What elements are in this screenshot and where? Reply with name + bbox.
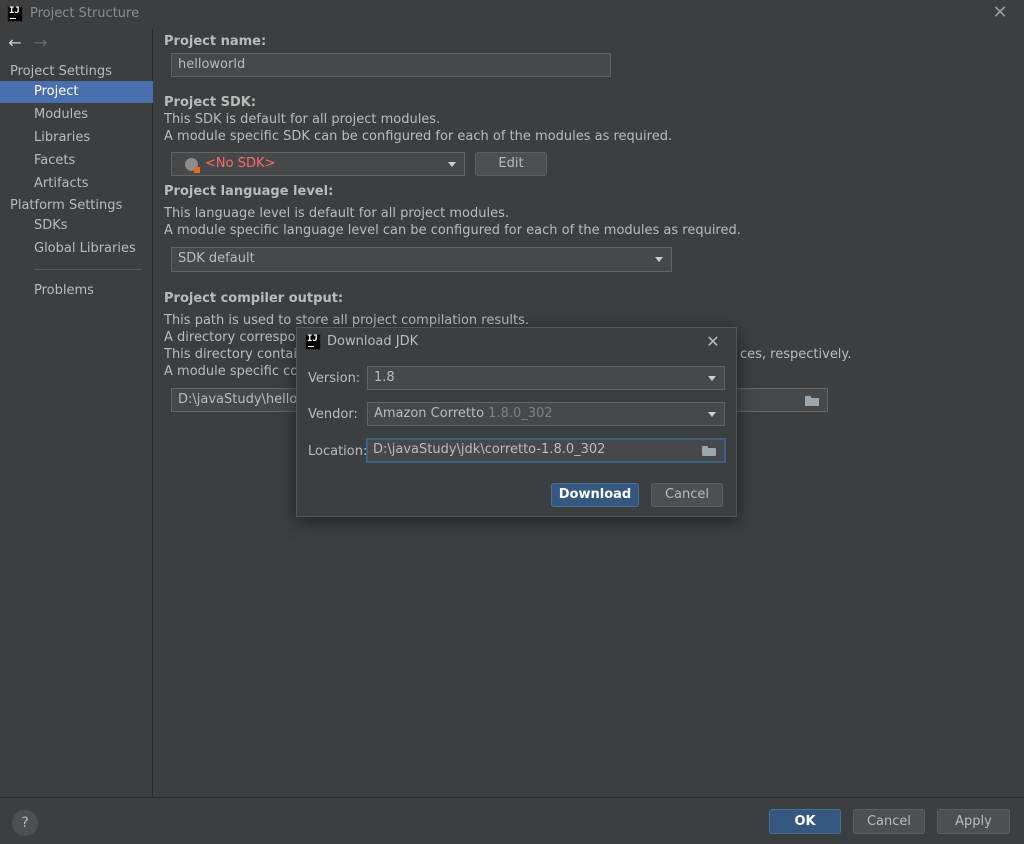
sdk-select[interactable]: <No SDK>: [171, 152, 465, 176]
sidebar-item-problems[interactable]: Problems: [0, 280, 153, 302]
ok-button[interactable]: OK: [769, 809, 841, 834]
window-title: Project Structure: [30, 6, 140, 21]
folder-icon[interactable]: [702, 446, 716, 456]
apply-button[interactable]: Apply: [937, 809, 1010, 834]
compiler-output-value: D:\javaStudy\hellow: [178, 392, 308, 407]
sdk-value: <No SDK>: [205, 156, 276, 171]
download-button[interactable]: Download: [551, 483, 639, 507]
dialog-title: Download JDK: [327, 334, 419, 349]
compiler-output-label: Project compiler output:: [164, 291, 344, 306]
language-level-value: SDK default: [178, 251, 255, 266]
output-description-1: This path is used to store all project c…: [164, 313, 529, 328]
back-arrow-icon[interactable]: ←: [6, 34, 24, 52]
output-description-2: A directory correspond: [164, 330, 313, 345]
dialog-cancel-button[interactable]: Cancel: [651, 483, 723, 507]
vendor-select[interactable]: Amazon Corretto 1.8.0_302: [367, 402, 725, 426]
download-jdk-dialog: Download JDK ✕ Version: 1.8 Vendor: Amaz…: [296, 327, 737, 517]
location-value: D:\javaStudy\jdk\corretto-1.8.0_302: [373, 442, 606, 457]
project-name-label: Project name:: [164, 34, 267, 49]
version-value: 1.8: [374, 370, 395, 385]
help-icon[interactable]: ?: [12, 810, 38, 836]
project-sdk-label: Project SDK:: [164, 95, 257, 110]
chevron-down-icon: [708, 412, 716, 417]
output-description-3: This directory contains: [164, 347, 313, 362]
language-level-select[interactable]: SDK default: [171, 247, 672, 272]
chevron-down-icon: [448, 162, 456, 167]
sidebar-divider: [34, 269, 142, 270]
language-level-label: Project language level:: [164, 184, 334, 199]
location-label: Location:: [308, 444, 368, 459]
project-name-input[interactable]: helloworld: [171, 53, 611, 77]
vendor-version: 1.8.0_302: [488, 406, 553, 421]
intellij-logo-icon: [305, 334, 321, 350]
location-input[interactable]: D:\javaStudy\jdk\corretto-1.8.0_302: [366, 438, 726, 463]
sidebar-item-modules[interactable]: Modules: [0, 104, 153, 126]
version-label: Version:: [308, 371, 361, 386]
title-bar: Project Structure ✕: [0, 0, 1024, 29]
sidebar-item-sdks[interactable]: SDKs: [0, 215, 153, 237]
vendor-label: Vendor:: [308, 407, 358, 422]
language-description-2: A module specific language level can be …: [164, 223, 741, 238]
sidebar-item-facets[interactable]: Facets: [0, 150, 153, 172]
output-description-4: A module specific com: [164, 364, 311, 379]
sidebar-item-artifacts[interactable]: Artifacts: [0, 173, 153, 195]
close-icon[interactable]: ✕: [990, 3, 1010, 23]
cancel-button[interactable]: Cancel: [853, 809, 925, 834]
folder-icon[interactable]: [805, 396, 819, 406]
sidebar-item-project[interactable]: Project: [0, 81, 153, 103]
sidebar-item-global-libraries[interactable]: Global Libraries: [0, 238, 153, 260]
chevron-down-icon: [655, 257, 663, 262]
sdk-description-1: This SDK is default for all project modu…: [164, 112, 441, 127]
sdk-warning-icon: [185, 158, 200, 173]
version-select[interactable]: 1.8: [367, 366, 725, 390]
close-icon[interactable]: ✕: [703, 332, 723, 352]
chevron-down-icon: [708, 376, 716, 381]
output-description-3-tail: ces, respectively.: [740, 347, 852, 362]
vendor-name: Amazon Corretto: [374, 406, 485, 421]
sdk-description-2: A module specific SDK can be configured …: [164, 129, 673, 144]
sdk-edit-button[interactable]: Edit: [475, 152, 547, 176]
language-description-1: This language level is default for all p…: [164, 206, 509, 221]
project-settings-header: Project Settings: [10, 64, 112, 79]
platform-settings-header: Platform Settings: [10, 198, 123, 213]
sidebar-item-libraries[interactable]: Libraries: [0, 127, 153, 149]
forward-arrow-icon[interactable]: →: [32, 34, 50, 52]
intellij-logo-icon: [7, 6, 23, 22]
